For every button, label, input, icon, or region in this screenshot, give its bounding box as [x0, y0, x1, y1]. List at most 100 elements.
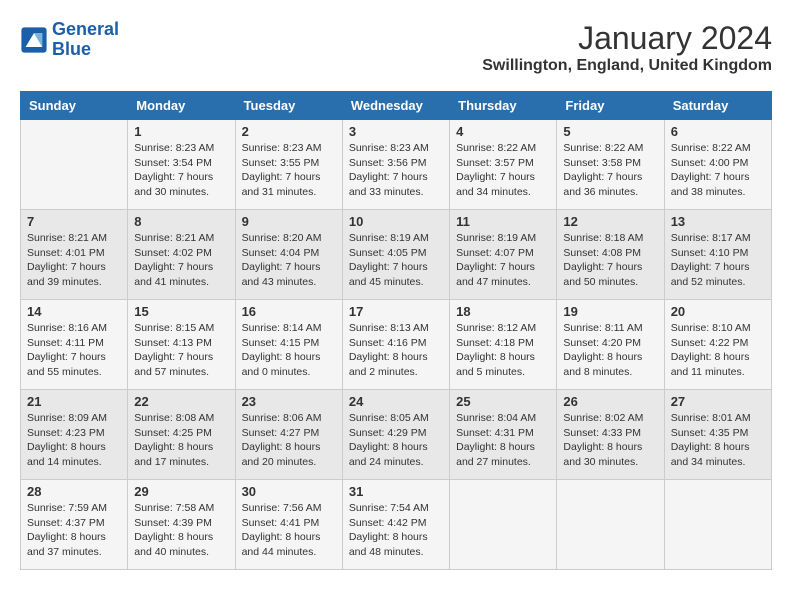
day-number: 7 [27, 214, 121, 229]
calendar-cell-w1-d2: 1 Sunrise: 8:23 AM Sunset: 3:54 PM Daylig… [128, 120, 235, 210]
day-detail: Sunrise: 8:18 AM Sunset: 4:08 PM Dayligh… [563, 231, 657, 290]
calendar-cell-w3-d4: 17 Sunrise: 8:13 AM Sunset: 4:16 PM Dayli… [342, 300, 449, 390]
day-detail: Sunrise: 8:23 AM Sunset: 3:55 PM Dayligh… [242, 141, 336, 200]
day-number: 17 [349, 304, 443, 319]
calendar-cell-w5-d5 [450, 480, 557, 570]
calendar-cell-w5-d2: 29Sunrise: 7:58 AM Sunset: 4:39 PM Dayli… [128, 480, 235, 570]
day-detail: Sunrise: 8:23 AM Sunset: 3:56 PM Dayligh… [349, 141, 443, 200]
header-friday: Friday [557, 92, 664, 120]
logo-general: General [52, 19, 119, 39]
day-number: 1 [134, 124, 228, 139]
calendar-cell-w3-d7: 20Sunrise: 8:10 AM Sunset: 4:22 PM Dayli… [664, 300, 771, 390]
day-detail: Sunrise: 8:15 AM Sunset: 4:13 PM Dayligh… [134, 321, 228, 380]
day-number: 23 [242, 394, 336, 409]
day-number: 24 [349, 394, 443, 409]
day-detail: Sunrise: 8:21 AM Sunset: 4:02 PM Dayligh… [134, 231, 228, 290]
calendar-cell-w2-d6: 12 Sunrise: 8:18 AM Sunset: 4:08 PM Dayli… [557, 210, 664, 300]
day-number: 30 [242, 484, 336, 499]
day-number: 25 [456, 394, 550, 409]
calendar-title: January 2024 [482, 20, 772, 57]
day-detail: Sunrise: 8:22 AM Sunset: 4:00 PM Dayligh… [671, 141, 765, 200]
week-row-1: 1 Sunrise: 8:23 AM Sunset: 3:54 PM Daylig… [21, 120, 772, 210]
day-number: 9 [242, 214, 336, 229]
day-detail: Sunrise: 8:21 AM Sunset: 4:01 PM Dayligh… [27, 231, 121, 290]
day-detail: Sunrise: 8:10 AM Sunset: 4:22 PM Dayligh… [671, 321, 765, 380]
day-number: 11 [456, 214, 550, 229]
day-detail: Sunrise: 7:56 AM Sunset: 4:41 PM Dayligh… [242, 501, 336, 560]
day-detail: Sunrise: 8:13 AM Sunset: 4:16 PM Dayligh… [349, 321, 443, 380]
title-area: January 2024 Swillington, England, Unite… [482, 20, 772, 75]
calendar-cell-w3-d1: 14 Sunrise: 8:16 AM Sunset: 4:11 PM Dayli… [21, 300, 128, 390]
day-number: 13 [671, 214, 765, 229]
day-number: 19 [563, 304, 657, 319]
day-number: 29 [134, 484, 228, 499]
calendar-cell-w2-d1: 7 Sunrise: 8:21 AM Sunset: 4:01 PM Daylig… [21, 210, 128, 300]
calendar-cell-w2-d4: 10Sunrise: 8:19 AM Sunset: 4:05 PM Dayli… [342, 210, 449, 300]
day-detail: Sunrise: 8:22 AM Sunset: 3:57 PM Dayligh… [456, 141, 550, 200]
header-tuesday: Tuesday [235, 92, 342, 120]
day-detail: Sunrise: 8:20 AM Sunset: 4:04 PM Dayligh… [242, 231, 336, 290]
day-detail: Sunrise: 7:54 AM Sunset: 4:42 PM Dayligh… [349, 501, 443, 560]
header-sunday: Sunday [21, 92, 128, 120]
calendar-cell-w4-d6: 26 Sunrise: 8:02 AM Sunset: 4:33 PM Dayli… [557, 390, 664, 480]
day-detail: Sunrise: 8:02 AM Sunset: 4:33 PM Dayligh… [563, 411, 657, 470]
day-detail: Sunrise: 8:14 AM Sunset: 4:15 PM Dayligh… [242, 321, 336, 380]
day-number: 31 [349, 484, 443, 499]
day-detail: Sunrise: 8:12 AM Sunset: 4:18 PM Dayligh… [456, 321, 550, 380]
day-number: 22 [134, 394, 228, 409]
calendar-cell-w3-d2: 15 Sunrise: 8:15 AM Sunset: 4:13 PM Dayli… [128, 300, 235, 390]
calendar-cell-w2-d7: 13 Sunrise: 8:17 AM Sunset: 4:10 PM Dayli… [664, 210, 771, 300]
logo: General Blue [20, 20, 119, 60]
day-number: 18 [456, 304, 550, 319]
calendar-cell-w5-d1: 28 Sunrise: 7:59 AM Sunset: 4:37 PM Dayli… [21, 480, 128, 570]
day-detail: Sunrise: 8:01 AM Sunset: 4:35 PM Dayligh… [671, 411, 765, 470]
day-detail: Sunrise: 8:16 AM Sunset: 4:11 PM Dayligh… [27, 321, 121, 380]
calendar-cell-w5-d4: 31 Sunrise: 7:54 AM Sunset: 4:42 PM Dayli… [342, 480, 449, 570]
logo-icon [20, 26, 48, 54]
calendar-cell-w5-d6 [557, 480, 664, 570]
calendar-cell-w5-d7 [664, 480, 771, 570]
week-row-5: 28 Sunrise: 7:59 AM Sunset: 4:37 PM Dayli… [21, 480, 772, 570]
day-number: 28 [27, 484, 121, 499]
days-header-row: Sunday Monday Tuesday Wednesday Thursday… [21, 92, 772, 120]
calendar-cell-w1-d7: 6Sunrise: 8:22 AM Sunset: 4:00 PM Daylig… [664, 120, 771, 210]
calendar-cell-w3-d3: 16Sunrise: 8:14 AM Sunset: 4:15 PM Dayli… [235, 300, 342, 390]
day-number: 5 [563, 124, 657, 139]
day-detail: Sunrise: 8:08 AM Sunset: 4:25 PM Dayligh… [134, 411, 228, 470]
calendar-cell-w4-d5: 25 Sunrise: 8:04 AM Sunset: 4:31 PM Dayli… [450, 390, 557, 480]
calendar-cell-w4-d3: 23Sunrise: 8:06 AM Sunset: 4:27 PM Dayli… [235, 390, 342, 480]
day-number: 12 [563, 214, 657, 229]
calendar-cell-w1-d4: 3 Sunrise: 8:23 AM Sunset: 3:56 PM Daylig… [342, 120, 449, 210]
calendar-cell-w1-d3: 2 Sunrise: 8:23 AM Sunset: 3:55 PM Daylig… [235, 120, 342, 210]
calendar-cell-w4-d4: 24 Sunrise: 8:05 AM Sunset: 4:29 PM Dayli… [342, 390, 449, 480]
calendar-cell-w4-d1: 21 Sunrise: 8:09 AM Sunset: 4:23 PM Dayli… [21, 390, 128, 480]
day-number: 4 [456, 124, 550, 139]
calendar-subtitle: Swillington, England, United Kingdom [482, 57, 772, 75]
day-detail: Sunrise: 8:23 AM Sunset: 3:54 PM Dayligh… [134, 141, 228, 200]
header-saturday: Saturday [664, 92, 771, 120]
day-detail: Sunrise: 8:04 AM Sunset: 4:31 PM Dayligh… [456, 411, 550, 470]
day-number: 3 [349, 124, 443, 139]
day-number: 26 [563, 394, 657, 409]
day-number: 27 [671, 394, 765, 409]
day-detail: Sunrise: 7:59 AM Sunset: 4:37 PM Dayligh… [27, 501, 121, 560]
calendar-cell-w2-d5: 11 Sunrise: 8:19 AM Sunset: 4:07 PM Dayli… [450, 210, 557, 300]
day-number: 15 [134, 304, 228, 319]
calendar-cell-w1-d5: 4 Sunrise: 8:22 AM Sunset: 3:57 PM Daylig… [450, 120, 557, 210]
calendar-cell-w2-d3: 9 Sunrise: 8:20 AM Sunset: 4:04 PM Daylig… [235, 210, 342, 300]
calendar-cell-w2-d2: 8Sunrise: 8:21 AM Sunset: 4:02 PM Daylig… [128, 210, 235, 300]
day-number: 10 [349, 214, 443, 229]
week-row-2: 7 Sunrise: 8:21 AM Sunset: 4:01 PM Daylig… [21, 210, 772, 300]
header-wednesday: Wednesday [342, 92, 449, 120]
calendar-cell-w3-d6: 19Sunrise: 8:11 AM Sunset: 4:20 PM Dayli… [557, 300, 664, 390]
day-detail: Sunrise: 8:09 AM Sunset: 4:23 PM Dayligh… [27, 411, 121, 470]
day-detail: Sunrise: 8:19 AM Sunset: 4:07 PM Dayligh… [456, 231, 550, 290]
day-detail: Sunrise: 8:05 AM Sunset: 4:29 PM Dayligh… [349, 411, 443, 470]
day-detail: Sunrise: 8:17 AM Sunset: 4:10 PM Dayligh… [671, 231, 765, 290]
logo-text: General Blue [52, 20, 119, 60]
header-monday: Monday [128, 92, 235, 120]
header-thursday: Thursday [450, 92, 557, 120]
day-number: 2 [242, 124, 336, 139]
day-number: 21 [27, 394, 121, 409]
day-number: 14 [27, 304, 121, 319]
